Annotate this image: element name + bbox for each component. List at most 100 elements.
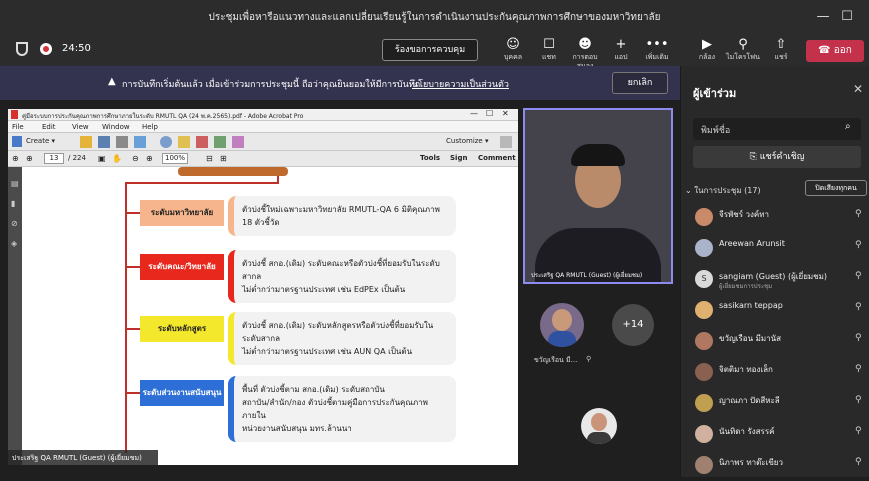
mic-off-button[interactable]: ⚲ ไมโครโฟน <box>724 34 762 66</box>
restore-button[interactable]: ☐ <box>836 6 858 28</box>
title-bar: ประชุมเพื่อหารือแนวทางและแลกเปลี่ยนเรียน… <box>0 0 869 34</box>
zoom-select[interactable]: 100% <box>162 153 188 164</box>
next-page-icon[interactable]: ⊕ <box>26 154 33 163</box>
main-video[interactable]: ประเสริฐ QA RMUTL (Guest) (ผู้เยี่ยมชม) <box>523 108 673 284</box>
pdf-menu-item[interactable]: View <box>72 123 89 131</box>
page-total: / 224 <box>68 154 86 162</box>
pdf-menu-item[interactable]: Help <box>142 123 158 131</box>
folder-icon[interactable] <box>80 136 92 148</box>
level-description: ตัวบ่งชี้ สกอ.(เดิม) ระดับคณะหรือตัวบ่งช… <box>228 250 456 303</box>
request-control-button[interactable]: ร้องขอการควบคุม <box>382 39 478 61</box>
pdf-restore[interactable]: ☐ <box>486 109 493 118</box>
camera-off-button[interactable]: ▶ กล้อง <box>688 34 726 66</box>
close-button[interactable] <box>858 6 869 28</box>
level-description: พื้นที่ ตัวบ่งชี้ตาม สกอ.(เดิม) ระดับสถา… <box>228 376 456 442</box>
participant-name: sasikarn teppap <box>719 301 783 310</box>
toolbar-label: เพิ่มเติม <box>645 53 669 61</box>
overflow-participants[interactable]: +14 <box>612 304 654 346</box>
comment-icon[interactable] <box>178 136 190 148</box>
layers-icon[interactable]: ◈ <box>11 239 17 248</box>
reactions-button[interactable]: ☻การตอบสนอง <box>566 34 604 70</box>
print-icon[interactable] <box>116 136 128 148</box>
level-description: ตัวบ่งชี้ สกอ.(เดิม) ระดับหลักสูตรหรือตั… <box>228 312 456 365</box>
hand-tool-icon[interactable]: ✋ <box>112 154 122 163</box>
attachment-icon[interactable]: ⊘ <box>11 219 18 228</box>
shared-screen: คู่มือระบบการประกันคุณภาพการศึกษาภายในระ… <box>8 109 518 465</box>
participant-item[interactable]: จีรพัชร์ วงค์ทา ⚲ <box>681 202 869 233</box>
create-menu[interactable]: Create ▾ <box>26 137 55 145</box>
select-tool-icon[interactable]: ▣ <box>98 154 106 163</box>
tab-comment[interactable]: Comment <box>478 154 516 162</box>
mic-off-icon: ⚲ <box>855 395 862 405</box>
panel-close-icon[interactable]: ✕ <box>853 82 863 96</box>
participant-item[interactable]: sasikarn teppap ⚲ <box>681 295 869 326</box>
pdf-close[interactable]: ✕ <box>502 109 509 118</box>
apps-icon: + <box>615 37 627 52</box>
participant-item[interactable]: Areewan Arunsit ⚲ <box>681 233 869 264</box>
participant-avatar[interactable] <box>540 303 584 347</box>
participant-item[interactable]: นันทิดา รังสรรค์ ⚲ <box>681 419 869 450</box>
participant-item[interactable]: ขวัญเรือน มีมานัส ⚲ <box>681 326 869 357</box>
participant-item[interactable]: ญาณภา ปัดสีหะลี ⚲ <box>681 388 869 419</box>
pin-icon[interactable] <box>500 136 512 148</box>
avatar <box>695 301 713 319</box>
combine-icon[interactable] <box>232 136 244 148</box>
fit-page-icon[interactable]: ⊟ <box>206 154 213 163</box>
pdf-side-panel: ▤ ▮ ⊘ ◈ <box>8 167 22 465</box>
level-label: ระดับมหาวิทยาลัย <box>140 200 224 226</box>
participant-avatar-2[interactable] <box>581 408 617 444</box>
leave-label: ออก <box>833 45 852 56</box>
zoom-out-icon[interactable]: ⊖ <box>132 154 139 163</box>
share-icon: ⇧ <box>775 37 787 52</box>
toolbar-label: กล้อง <box>698 53 716 61</box>
fit-width-icon[interactable]: ⊞ <box>220 154 227 163</box>
recording-icon <box>40 43 52 55</box>
pdf-menu-item[interactable]: File <box>12 123 24 131</box>
level-label: ระดับส่วนงานสนับสนุน <box>140 380 224 406</box>
pdf-menu-item[interactable]: Window <box>102 123 130 131</box>
bookmark-icon[interactable]: ▮ <box>11 199 15 208</box>
description-line: พื้นที่ ตัวบ่งชี้ตาม สกอ.(เดิม) ระดับสถา… <box>242 385 385 394</box>
participant-item[interactable]: นิภาพร ทาต๊ะเขียว ⚲ <box>681 450 869 481</box>
participant-item[interactable]: จิตติมา ทองเล็ก ⚲ <box>681 357 869 388</box>
search-placeholder: พิมพ์ชื่อ <box>701 126 731 136</box>
mic-off-icon: ⚲ <box>855 457 862 467</box>
pdf-minimize[interactable]: — <box>470 109 478 118</box>
toolbar-label: ไมโครโฟน <box>726 53 760 61</box>
participant-name: ญาณภา ปัดสีหะลี <box>719 396 780 405</box>
privacy-link[interactable]: นโยบายความเป็นส่วนตัว <box>412 77 509 91</box>
pages-icon[interactable]: ▤ <box>11 179 19 188</box>
level-description: ตัวบ่งชี้ใหม่เฉพาะมหาวิทยาลัย RMUTL-QA 6… <box>228 196 456 236</box>
participant-item[interactable]: Ssangiam (Guest) (ผู้เยี่ยมชม) ผู้เยี่ยมช… <box>681 264 869 295</box>
in-meeting-label: ในการประชุม (17) <box>694 186 761 195</box>
avatar <box>695 456 713 474</box>
people-button[interactable]: ☺ บุคคล <box>494 34 532 66</box>
save-icon[interactable] <box>98 136 110 148</box>
prev-page-icon[interactable]: ⊕ <box>12 154 19 163</box>
leave-button[interactable]: ☎ ออก <box>806 40 864 62</box>
pdf-menu-item[interactable]: Edit <box>42 123 56 131</box>
mute-all-button[interactable]: ปิดเสียงทุกคน <box>805 180 867 196</box>
dismiss-button[interactable]: ยกเลิก <box>612 72 668 94</box>
mic-off-icon: ⚲ <box>855 240 862 250</box>
participant-name: นันทิดา รังสรรค์ <box>719 427 775 436</box>
minimize-button[interactable]: — <box>812 6 834 28</box>
settings-icon[interactable] <box>160 136 172 148</box>
zoom-in-icon[interactable]: ⊕ <box>146 154 153 163</box>
email-icon[interactable] <box>134 136 146 148</box>
page-input[interactable]: 13 <box>44 153 64 164</box>
share-invite-button[interactable]: ⎘ แชร์คำเชิญ <box>693 146 861 168</box>
tab-sign[interactable]: Sign <box>450 154 467 162</box>
chat-button[interactable]: ☐ แชท <box>530 34 568 66</box>
customize-menu[interactable]: Customize ▾ <box>446 137 488 145</box>
apps-button[interactable]: + แอป <box>602 34 640 66</box>
pdf-menubar: File Edit View Window Help <box>8 121 518 133</box>
in-meeting-header[interactable]: ⌄ ในการประชุม (17) <box>685 184 761 197</box>
search-box[interactable]: พิมพ์ชื่อ ⌕ <box>693 118 861 140</box>
export-icon[interactable] <box>214 136 226 148</box>
tab-tools[interactable]: Tools <box>420 154 440 162</box>
stamp-icon[interactable] <box>196 136 208 148</box>
participant-name: นิภาพร ทาต๊ะเขียว <box>719 458 783 467</box>
share-button[interactable]: ⇧ แชร์ <box>762 34 800 66</box>
more-button[interactable]: ••• เพิ่มเติม <box>638 34 676 66</box>
